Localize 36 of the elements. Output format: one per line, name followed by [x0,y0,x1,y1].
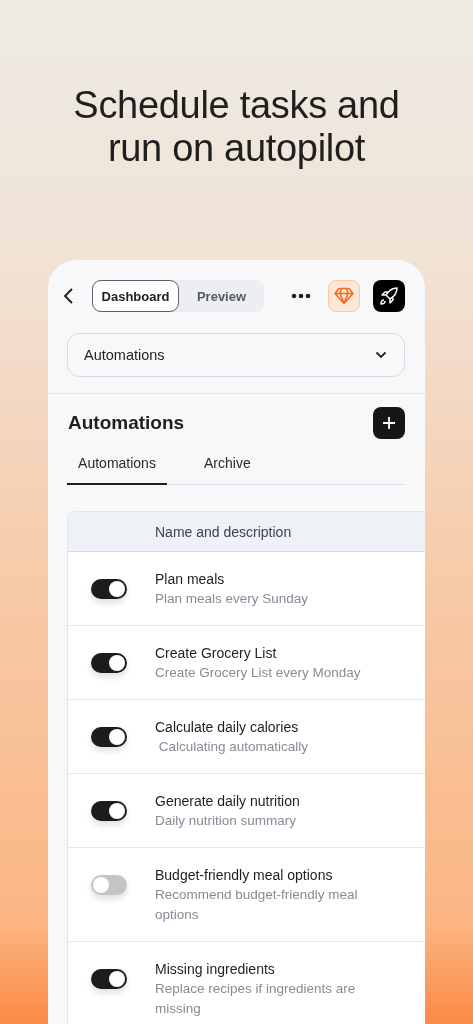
premium-button[interactable] [328,280,360,312]
toggle-switch[interactable] [91,653,127,673]
dropdown-value: Automations [84,347,165,363]
automation-description: Calculating automatically [157,738,310,756]
view-tab[interactable]: Dashboard [92,280,179,312]
section-title: Automations [68,412,185,434]
column-header: Name and description [68,512,425,552]
automation-description: Plan meals every Sunday [155,590,310,608]
publish-button[interactable] [373,280,405,312]
automation-description: Replace recipes if ingredients are missing [155,980,357,1018]
page-dropdown[interactable]: Automations [67,333,405,377]
chevron-down-icon [375,351,387,359]
automation-name: Create Grocery List [155,644,278,663]
rocket-icon [379,286,399,306]
automation-name: Generate daily nutrition [155,792,301,811]
toggle-switch[interactable] [91,801,127,821]
add-button[interactable] [373,407,405,439]
automation-description: Recommend budget-friendly meal options [155,886,359,924]
automation-name: Plan meals [155,570,226,589]
toggle-switch[interactable] [91,969,127,989]
automation-description: Daily nutrition summary [155,812,298,830]
back-icon[interactable] [62,288,76,304]
automation-name: Budget-friendly meal options [155,866,334,885]
toggle-switch[interactable] [91,727,127,747]
headline: Schedule tasks and run on autopilot [72,84,401,171]
tab[interactable]: Automations [67,455,167,485]
automation-name: Missing ingredients [155,960,276,979]
toggle-switch[interactable] [91,579,127,599]
toggle-switch[interactable] [91,875,127,895]
diamond-icon [334,287,354,305]
automation-name: Calculate daily calories [155,718,300,737]
tab[interactable]: Archive [204,455,251,485]
plus-icon [382,416,396,430]
automation-description: Create Grocery List every Monday [155,664,362,682]
view-tab[interactable]: Preview [179,280,264,312]
more-icon[interactable] [291,293,311,299]
